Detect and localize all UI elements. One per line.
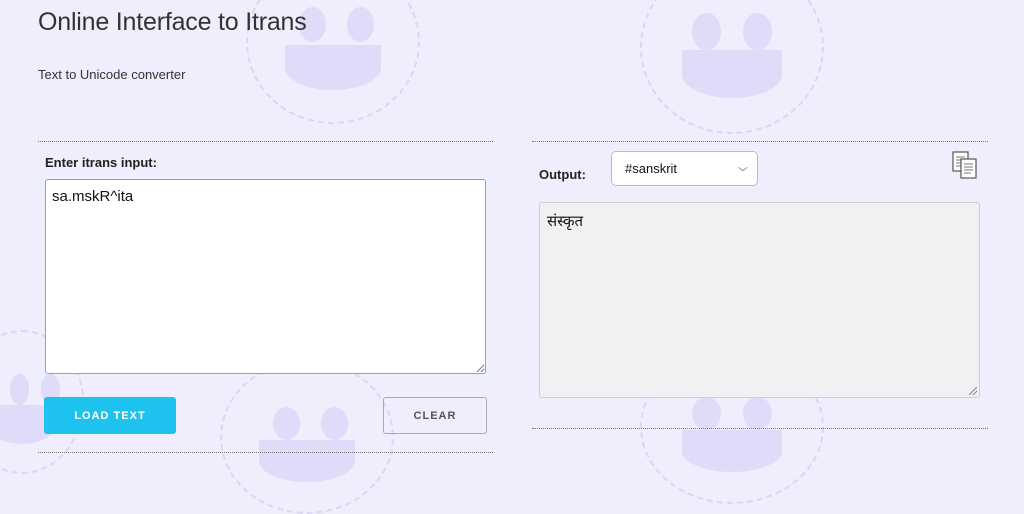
page-subtitle: Text to Unicode converter: [38, 67, 186, 82]
smiley-watermark: [220, 360, 394, 514]
divider: [532, 141, 988, 142]
output-text: संस्कृत: [547, 212, 584, 230]
divider: [38, 141, 493, 142]
smiley-watermark: [640, 0, 824, 134]
script-select[interactable]: #sanskrit ⌵: [611, 151, 758, 186]
divider: [532, 428, 988, 429]
page-title: Online Interface to Itrans: [38, 8, 307, 36]
input-label: Enter itrans input:: [45, 155, 157, 170]
load-text-button[interactable]: LOAD TEXT: [44, 397, 176, 434]
chevron-down-icon: ⌵: [738, 163, 749, 174]
output-label: Output:: [539, 167, 586, 182]
itrans-input[interactable]: [45, 179, 486, 374]
clear-button[interactable]: CLEAR: [383, 397, 487, 434]
output-textarea[interactable]: संस्कृत: [539, 202, 980, 398]
copy-icon[interactable]: [950, 150, 980, 180]
script-select-value: #sanskrit: [625, 161, 678, 176]
resize-handle[interactable]: [969, 387, 977, 395]
divider: [38, 452, 493, 453]
